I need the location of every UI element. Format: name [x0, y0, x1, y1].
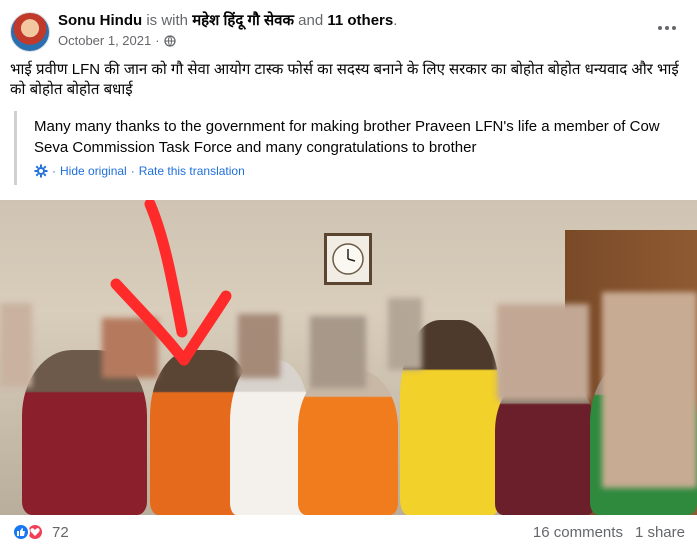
author-name[interactable]: Sonu Hindu	[58, 12, 142, 29]
translation-text: Many many thanks to the government for m…	[34, 118, 660, 156]
post-footer: 72 16 comments 1 share	[0, 515, 697, 547]
period: .	[393, 12, 398, 29]
globe-icon[interactable]	[163, 35, 176, 47]
with-text: is with	[146, 12, 189, 29]
others-link[interactable]: 11 others	[327, 12, 393, 29]
hide-original-link[interactable]: Hide original	[60, 163, 127, 179]
translation-links: · Hide original · Rate this translation	[34, 163, 245, 179]
post-body-text: भाई प्रवीण LFN की जान को गौ सेवा आयोग टा…	[10, 61, 679, 98]
reaction-count: 72	[52, 523, 69, 541]
red-arrow-annotation	[110, 200, 232, 366]
post-date[interactable]: October 1, 2021	[58, 33, 151, 49]
dot-icon	[658, 26, 662, 30]
and-text: and	[298, 12, 324, 29]
engagement-stats: 16 comments 1 share	[533, 524, 685, 541]
rate-translation-link[interactable]: Rate this translation	[139, 163, 245, 179]
more-options-button[interactable]	[657, 18, 677, 38]
reactions-summary[interactable]: 72	[12, 523, 69, 541]
meta-separator: ·	[155, 33, 160, 48]
link-separator: ·	[130, 164, 135, 178]
post-photo[interactable]	[0, 200, 697, 515]
post-header: Sonu Hindu is with महेश हिंदू गौ सेवक an…	[0, 0, 697, 56]
tagged-user[interactable]: महेश हिंदू गौ सेवक	[192, 12, 294, 29]
dot-icon	[672, 26, 676, 30]
like-icon	[12, 523, 30, 541]
link-separator: ·	[52, 164, 56, 178]
author-line: Sonu Hindu is with महेश हिंदू गौ सेवक an…	[58, 12, 397, 30]
dot-icon	[665, 26, 669, 30]
gear-icon[interactable]	[34, 164, 48, 178]
author-avatar[interactable]	[10, 12, 50, 52]
post-meta: October 1, 2021 ·	[58, 33, 176, 49]
shares-count-link[interactable]: 1 share	[635, 524, 685, 541]
comments-count-link[interactable]: 16 comments	[533, 524, 623, 541]
